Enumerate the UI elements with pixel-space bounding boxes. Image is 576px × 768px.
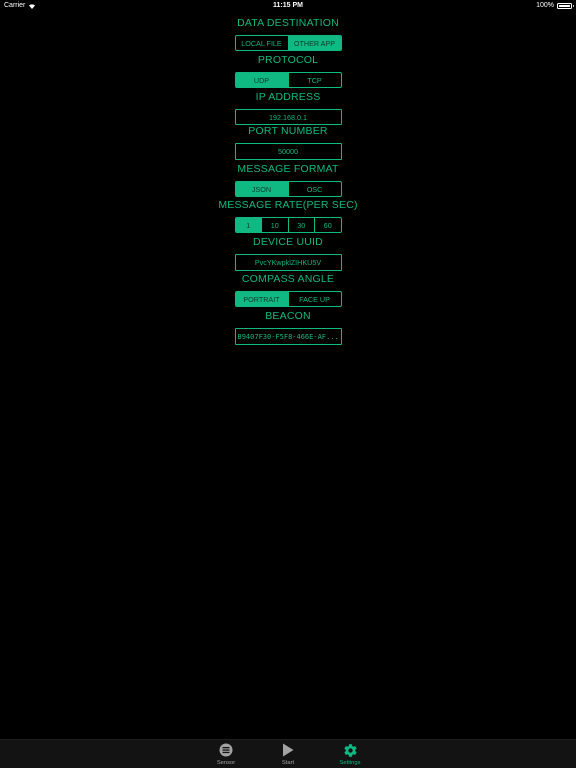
device-uuid-section: DEVICE UUID PvcYKwpklZIHKU5V [0, 236, 576, 273]
port-number-field[interactable]: 50000 [234, 143, 342, 160]
beacon-field[interactable]: B9407F30-F5F8-466E-AF... [234, 328, 342, 345]
tab-settings-label: Settings [339, 760, 361, 766]
battery-percent: 100% [536, 2, 554, 9]
message-format-section: MESSAGE FORMAT JSON OSC [0, 163, 576, 199]
data-destination-section: DATA DESTINATION LOCAL FILE OTHER APP [0, 17, 576, 54]
message-rate-title: MESSAGE RATE(PER SEC) [218, 199, 358, 211]
compass-angle-section: COMPASS ANGLE PORTRAIT FACE UP [0, 273, 576, 310]
tab-start-label: Start [281, 760, 295, 766]
data-destination-title: DATA DESTINATION [237, 17, 339, 29]
port-number-section: PORT NUMBER 50000 [0, 125, 576, 163]
message-rate-control: 1 10 30 60 [234, 217, 342, 233]
message-format-control: JSON OSC [234, 181, 342, 197]
message-rate-60[interactable]: 60 [314, 218, 341, 232]
battery-icon [557, 2, 574, 9]
sensor-list-icon [219, 742, 233, 758]
beacon-title: BEACON [265, 310, 311, 322]
message-rate-10[interactable]: 10 [261, 218, 288, 232]
compass-angle-title: COMPASS ANGLE [241, 273, 335, 285]
data-destination-other-app[interactable]: OTHER APP [287, 36, 341, 50]
message-rate-30[interactable]: 30 [287, 218, 315, 232]
play-icon [282, 742, 294, 758]
message-format-json[interactable]: JSON [235, 182, 288, 196]
tab-start[interactable]: Start [270, 740, 306, 768]
data-destination-local-file[interactable]: LOCAL FILE [236, 36, 288, 50]
message-rate-1[interactable]: 1 [235, 218, 261, 232]
message-rate-section: MESSAGE RATE(PER SEC) 1 10 30 60 [0, 199, 576, 236]
device-uuid-field[interactable]: PvcYKwpklZIHKU5V [234, 254, 342, 271]
ip-address-field[interactable]: 192.168.0.1 [234, 109, 342, 125]
beacon-section: BEACON B9407F30-F5F8-466E-AF... [0, 310, 576, 345]
settings-panel: DATA DESTINATION LOCAL FILE OTHER APP PR… [0, 17, 576, 345]
tab-bar: Sensor Start Settings [0, 739, 576, 768]
compass-angle-control: PORTRAIT FACE UP [234, 291, 342, 307]
compass-angle-face-up[interactable]: FACE UP [287, 292, 341, 306]
tab-sensor[interactable]: Sensor [208, 740, 244, 768]
message-format-osc[interactable]: OSC [287, 182, 341, 196]
compass-angle-portrait[interactable]: PORTRAIT [235, 292, 288, 306]
status-time: 11:15 PM [273, 2, 303, 9]
message-format-title: MESSAGE FORMAT [237, 163, 339, 175]
protocol-control: UDP TCP [234, 72, 342, 88]
port-number-title: PORT NUMBER [248, 125, 328, 137]
gear-icon [343, 742, 358, 758]
protocol-title: PROTOCOL [257, 54, 319, 66]
tab-settings[interactable]: Settings [332, 740, 368, 768]
protocol-tcp[interactable]: TCP [287, 73, 341, 87]
protocol-udp[interactable]: UDP [235, 73, 288, 87]
ip-address-title: IP ADDRESS [255, 91, 321, 103]
data-destination-control: LOCAL FILE OTHER APP [234, 35, 342, 51]
tab-sensor-label: Sensor [216, 760, 236, 766]
device-uuid-title: DEVICE UUID [253, 236, 323, 248]
protocol-section: PROTOCOL UDP TCP [0, 54, 576, 91]
status-right: 100% [536, 2, 574, 9]
ip-address-section: IP ADDRESS 192.168.0.1 [0, 91, 576, 125]
status-bar: Carrier 11:15 PM 100% [0, 0, 576, 12]
